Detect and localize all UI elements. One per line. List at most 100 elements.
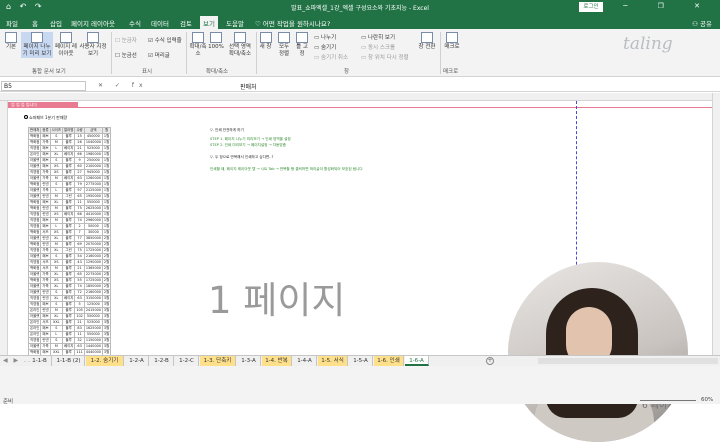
table-cell[interactable]: 아울렛	[27, 163, 42, 170]
table-cell[interactable]: 1150000	[83, 337, 103, 344]
tab-view[interactable]: 보기	[200, 16, 218, 29]
table-cell[interactable]: 2275000	[83, 271, 103, 278]
tab-data[interactable]: 데이터	[151, 18, 169, 28]
table-cell[interactable]: 2160000	[83, 253, 103, 260]
table-cell[interactable]: 아울렛	[27, 187, 42, 194]
column-headers[interactable]	[0, 93, 712, 101]
tab-review[interactable]: 검토	[180, 18, 192, 28]
tab-help[interactable]: 도움말	[226, 18, 244, 28]
vertical-scrollbar[interactable]	[712, 93, 720, 355]
formula-bar-checkbox[interactable]: ☑ 수식 입력줄	[148, 36, 182, 44]
table-cell[interactable]: 베이지	[61, 211, 76, 218]
page-layout-view-button[interactable]: 페이지 레이아웃	[55, 32, 77, 58]
table-cell[interactable]: 아울렛	[27, 343, 42, 350]
table-cell[interactable]: 백화점	[27, 277, 42, 284]
table-cell[interactable]: 온라인	[27, 319, 42, 326]
zoom-level[interactable]: 60%	[701, 397, 713, 403]
new-window-button[interactable]: 새 창	[258, 32, 273, 51]
table-cell[interactable]: 직영점	[27, 259, 42, 266]
table-cell[interactable]: 베이지	[61, 343, 76, 350]
table-cell[interactable]: 아울렛	[27, 193, 42, 200]
sheet-tab[interactable]: 1-4. 반복	[262, 356, 292, 366]
tab-page-layout[interactable]: 페이지 레이아웃	[71, 18, 115, 28]
table-cell[interactable]: 직영점	[27, 295, 42, 302]
unhide-button[interactable]: ▭ 숨기기 취소	[314, 53, 348, 61]
arrange-all-button[interactable]: 모두 정렬	[276, 32, 292, 58]
zoom-100-button[interactable]: 100%	[208, 32, 224, 51]
table-cell[interactable]: 베이지	[61, 145, 76, 152]
share-button[interactable]: ⚇ 공유	[692, 18, 712, 28]
table-cell[interactable]: 온라인	[27, 325, 42, 332]
table-cell[interactable]: 250000	[83, 157, 103, 164]
table-cell[interactable]: 1440000	[83, 343, 103, 350]
table-cell[interactable]: 3150000	[83, 295, 103, 302]
split-button[interactable]: ▭ 나누기	[314, 33, 336, 41]
table-cell[interactable]: 직영점	[27, 145, 42, 152]
sales-table[interactable]: 판매처 종류 사이즈 컬러명 수량 금액 월 백화점 패브 S 블루 15 450000 1월 백화점 가죽…	[27, 127, 112, 355]
table-cell[interactable]: 125000	[83, 301, 103, 308]
page-break-preview-button[interactable]: 페이지 나누기 미리 보기	[21, 32, 53, 58]
sheet-tab[interactable]: 1-1-B	[28, 356, 52, 366]
name-box[interactable]: B5	[1, 81, 86, 91]
table-cell[interactable]: 1725000	[83, 277, 103, 284]
table-cell[interactable]: 베이지	[61, 295, 76, 302]
table-cell[interactable]: 아울렛	[27, 235, 42, 242]
sheet-tab[interactable]: 1-6-A	[405, 356, 429, 366]
table-cell[interactable]: 1290000	[83, 259, 103, 266]
custom-views-button[interactable]: 사용자 지정 보기	[79, 32, 107, 58]
table-cell[interactable]: 945000	[83, 169, 103, 176]
table-cell[interactable]: 아울렛	[27, 313, 42, 320]
table-cell[interactable]: 베이지	[61, 175, 76, 182]
table-cell[interactable]: 아울렛	[27, 157, 42, 164]
window-controls[interactable]: ─ ❐ ✕	[623, 2, 714, 10]
headings-checkbox[interactable]: ☑ 머리글	[148, 51, 170, 59]
table-cell[interactable]: 온라인	[27, 331, 42, 338]
sheet-tab[interactable]: 1-2-B	[150, 356, 174, 366]
table-cell[interactable]: 1365000	[83, 265, 103, 272]
table-cell[interactable]: 1260000	[83, 175, 103, 182]
table-cell[interactable]: 백화점	[27, 205, 42, 212]
hide-button[interactable]: ▭ 숨기기	[314, 43, 336, 51]
table-cell[interactable]: 2100000	[83, 163, 103, 170]
table-cell[interactable]: 아울렛	[27, 283, 42, 290]
table-cell[interactable]: 450000	[83, 133, 103, 140]
table-cell[interactable]: 베이지	[61, 151, 76, 158]
ruler-checkbox[interactable]: ☐ 눈금자	[115, 36, 137, 44]
reset-window-position-button[interactable]: ▭ 창 위치 다시 정렬	[361, 53, 409, 61]
table-cell[interactable]: 직영점	[27, 217, 42, 224]
switch-windows-button[interactable]: 창 전환	[418, 32, 436, 51]
table-cell[interactable]: 2070000	[83, 241, 103, 248]
row-headers[interactable]	[0, 101, 8, 355]
table-cell[interactable]: 1950000	[83, 193, 103, 200]
zoom-button[interactable]: 확대/축소	[189, 32, 207, 58]
table-header-cell[interactable]: 사이즈	[49, 127, 63, 134]
login-button[interactable]: 로그인	[579, 2, 603, 12]
table-cell[interactable]: 직영점	[27, 337, 42, 344]
table-cell[interactable]: 직영점	[27, 223, 42, 230]
table-header-cell[interactable]: 컬러명	[61, 127, 76, 134]
table-cell[interactable]: 온라인	[27, 151, 42, 158]
sheet-tab[interactable]: 1-3-A	[237, 356, 261, 366]
table-cell[interactable]: 백화점	[27, 181, 42, 188]
sheet-tab[interactable]: 1-5-A	[349, 356, 373, 366]
gridlines-checkbox[interactable]: ☐ 눈금선	[115, 51, 137, 59]
table-cell[interactable]: 백화점	[27, 229, 42, 236]
sheet-tab[interactable]: 1-2-C	[175, 356, 199, 366]
table-cell[interactable]: 2415000	[83, 307, 103, 314]
table-cell[interactable]: 525000	[83, 319, 103, 326]
table-cell[interactable]: 1725000	[83, 247, 103, 254]
normal-view-button[interactable]: 기본	[3, 32, 19, 51]
table-cell[interactable]: 525000	[83, 145, 103, 152]
sheet-tab[interactable]: 1-3. 단축키	[200, 356, 236, 366]
add-sheet-button[interactable]: +	[486, 357, 494, 365]
table-cell[interactable]: 550000	[83, 331, 103, 338]
tell-me-search[interactable]: ♡ 어떤 작업을 원하시나요?	[255, 18, 330, 28]
tab-home[interactable]: 홈	[32, 18, 38, 28]
sheet-tab[interactable]: 1-2. 숨기기	[86, 356, 124, 366]
table-cell[interactable]: 직영점	[27, 247, 42, 254]
table-cell[interactable]: 1625000	[83, 325, 103, 332]
table-cell[interactable]: 아울렛	[27, 289, 42, 296]
table-header-cell[interactable]: 판매처	[27, 127, 42, 134]
table-cell[interactable]: 아울렛	[27, 175, 42, 182]
table-cell[interactable]: 2125000	[83, 187, 103, 194]
